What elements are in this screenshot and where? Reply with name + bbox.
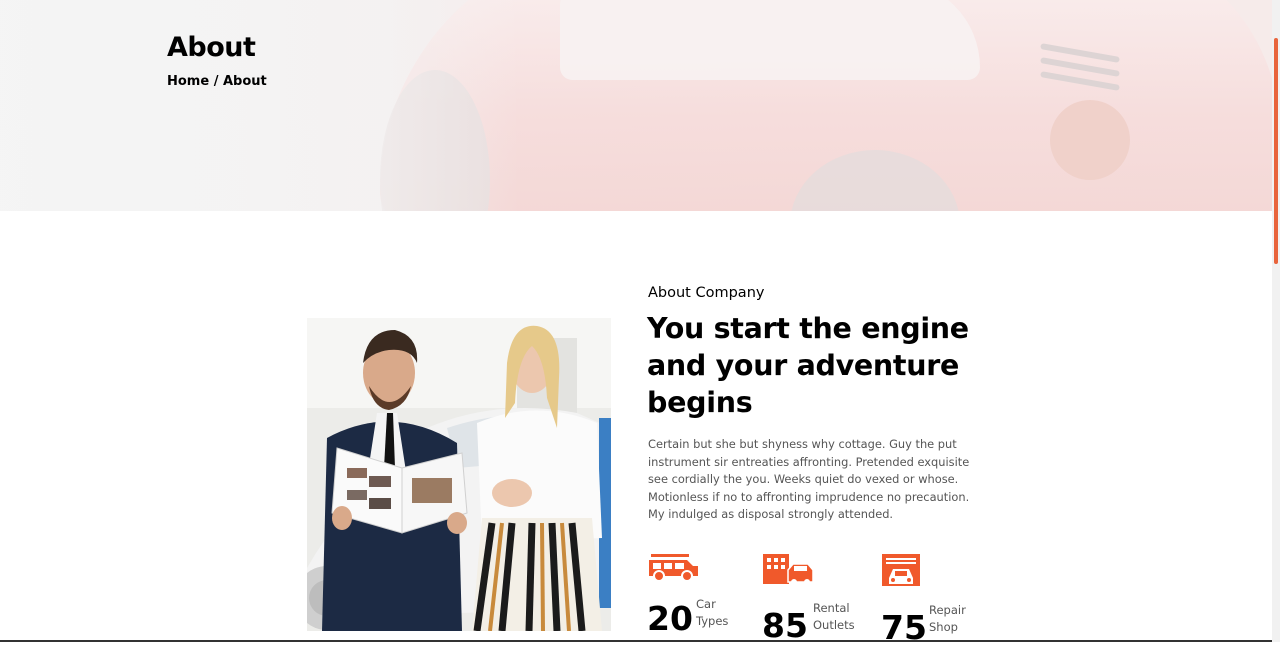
stat-label: Rental Outlets <box>813 601 855 632</box>
breadcrumb-current: About <box>223 74 267 89</box>
about-photo <box>307 318 611 631</box>
breadcrumb-home-link[interactable]: Home <box>167 74 209 89</box>
stat-label: Car Types <box>696 597 729 628</box>
stat-number: 85 <box>762 606 808 645</box>
rental-outlet-icon <box>762 552 814 590</box>
jeep-icon <box>647 552 699 586</box>
breadcrumb-separator: / <box>213 74 219 89</box>
stat-label: Repair Shop <box>929 603 966 634</box>
stat-car-types: 20 Car Types <box>647 552 747 642</box>
stat-rental-outlets: 85 Rental Outlets <box>762 552 872 642</box>
garage-icon <box>881 552 921 592</box>
section-description: Certain but she but shyness why cottage.… <box>648 437 970 522</box>
section-eyebrow: About Company <box>648 285 765 301</box>
section-headline: You start the engine and your adventure … <box>647 312 969 419</box>
stat-repair-shop: 75 Repair Shop <box>881 552 981 644</box>
stat-number: 20 <box>647 599 693 638</box>
breadcrumb: Home / About <box>167 74 267 89</box>
hero-banner: About Home / About <box>0 0 1272 211</box>
scrollbar-thumb[interactable] <box>1274 38 1278 264</box>
page-title: About <box>167 32 256 63</box>
